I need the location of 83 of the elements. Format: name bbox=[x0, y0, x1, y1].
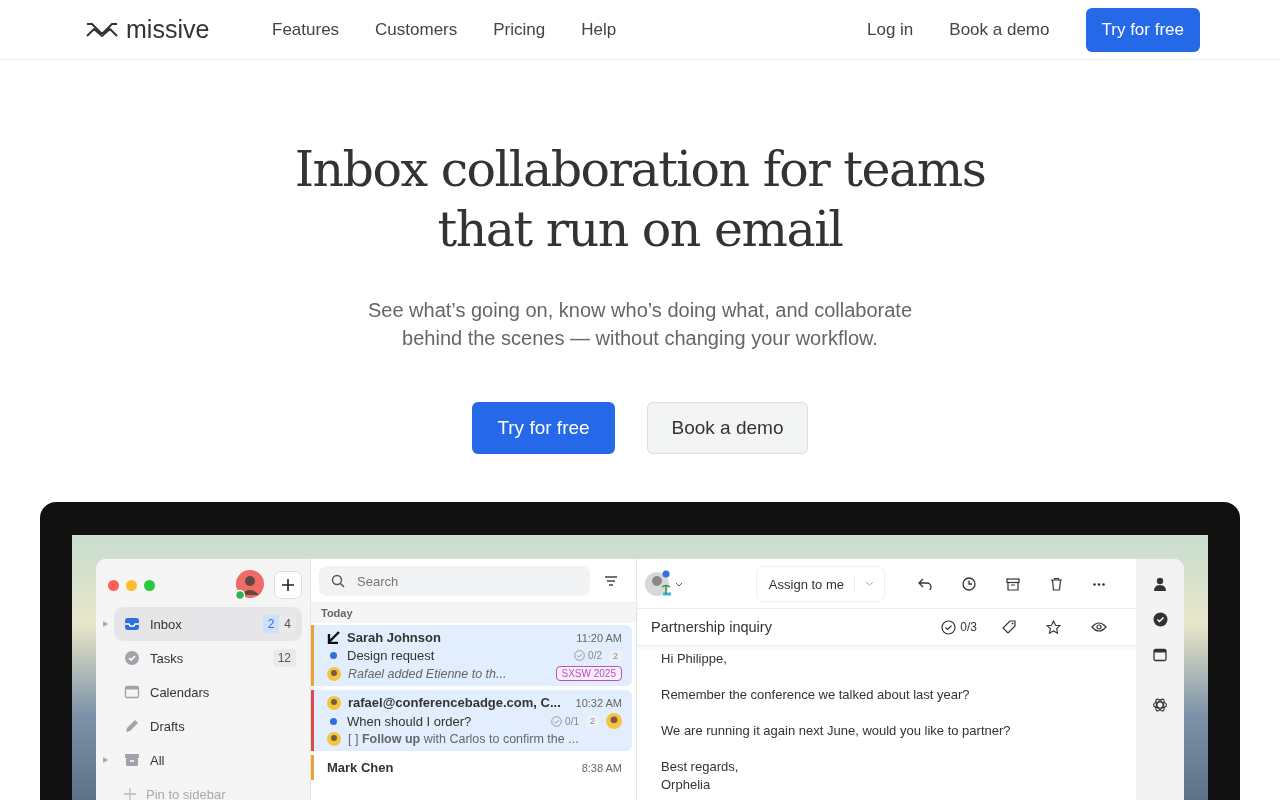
nav-link[interactable]: Customers bbox=[375, 19, 458, 40]
email-time: 11:20 AM bbox=[576, 631, 622, 644]
plus-icon bbox=[124, 788, 136, 800]
email-sender: Sarah Johnson bbox=[347, 630, 441, 645]
clock-icon[interactable] bbox=[962, 577, 976, 591]
task-check-icon[interactable] bbox=[941, 619, 957, 635]
email-item[interactable]: Sarah Johnson 11:20 AM Design request 0/2 2 Rafael added Etienne to th... SXSW 2025 bbox=[311, 625, 632, 686]
message-paragraph: Remember the conference we talked about last year? bbox=[661, 686, 971, 704]
archive-icon[interactable] bbox=[1006, 577, 1020, 591]
hero-title: Inbox collaboration for teams that run on email bbox=[293, 140, 987, 260]
message-paragraph: Hi Philippe, bbox=[661, 650, 728, 668]
logo-icon bbox=[86, 21, 118, 38]
swirl-icon[interactable] bbox=[1152, 697, 1168, 713]
sidebar-item[interactable]: Tasks 12 bbox=[114, 641, 302, 675]
checkmark-circle-icon[interactable] bbox=[1152, 612, 1168, 627]
task-check-icon bbox=[574, 650, 586, 661]
caret-icon[interactable] bbox=[675, 581, 683, 587]
compose-button[interactable] bbox=[274, 571, 302, 599]
book-demo-link[interactable]: Book a demo bbox=[949, 19, 1050, 40]
star-icon[interactable] bbox=[1046, 620, 1061, 634]
inbox-tray-icon bbox=[124, 616, 140, 632]
avatar-icon bbox=[327, 666, 341, 681]
avatar-icon bbox=[327, 732, 341, 746]
tag-icon[interactable] bbox=[1002, 620, 1016, 634]
person-icon[interactable] bbox=[1153, 577, 1167, 591]
count-badge: 12 bbox=[272, 649, 296, 667]
avatar-icon[interactable] bbox=[235, 569, 267, 601]
count-badge: 2 bbox=[262, 615, 280, 633]
email-sender: Mark Chen bbox=[327, 760, 394, 775]
avatar-icon bbox=[327, 695, 341, 710]
reply-count: 2 bbox=[609, 649, 622, 662]
email-subject: When should I order? bbox=[347, 713, 473, 729]
section-header: Today bbox=[311, 603, 636, 623]
nav-link[interactable]: Pricing bbox=[493, 19, 546, 40]
zoom-dot-icon[interactable] bbox=[144, 579, 155, 591]
logo-text[interactable]: missive bbox=[126, 15, 210, 44]
message-paragraph: We are running it again next June, would you like to partner? bbox=[661, 722, 1012, 740]
incoming-arrow-icon bbox=[327, 631, 340, 644]
email-subject: Design request bbox=[347, 648, 436, 663]
login-link[interactable]: Log in bbox=[867, 19, 914, 40]
search-input[interactable]: Search bbox=[355, 572, 559, 590]
book-demo-button[interactable]: Book a demo bbox=[647, 402, 808, 454]
more-icon[interactable] bbox=[1093, 582, 1105, 586]
count-badge: 4 bbox=[279, 615, 296, 633]
checkmark-circle-icon bbox=[124, 650, 140, 666]
email-preview: Rafael added Etienne to th... bbox=[348, 666, 508, 681]
pencil-icon bbox=[124, 718, 140, 734]
message-paragraph: Best regards, Orphelia bbox=[661, 758, 740, 794]
nav-link[interactable]: Features bbox=[272, 19, 340, 40]
task-count: 0/3 bbox=[960, 620, 977, 634]
email-preview: [ ] Follow up with Carlos to confirm the ... bbox=[348, 732, 580, 746]
email-time: 8:38 AM bbox=[581, 761, 622, 774]
calendar-icon bbox=[124, 684, 140, 700]
try-free-button[interactable]: Try for free bbox=[472, 402, 615, 454]
sidebar-item[interactable]: All bbox=[114, 743, 302, 777]
trash-icon[interactable] bbox=[1050, 577, 1063, 591]
minimize-dot-icon[interactable] bbox=[126, 579, 137, 591]
task-check-icon bbox=[551, 715, 563, 727]
label-tag: SXSW 2025 bbox=[555, 666, 622, 681]
email-time: 10:32 AM bbox=[575, 696, 622, 709]
eye-icon[interactable] bbox=[1091, 622, 1107, 632]
avatar-icon[interactable] bbox=[645, 570, 671, 598]
nav-link[interactable]: Help bbox=[581, 19, 617, 40]
try-free-button[interactable]: Try for free bbox=[1085, 7, 1200, 52]
filter-icon[interactable] bbox=[604, 576, 618, 586]
hero-subtitle: See what’s going on, know who’s doing what, and collaborate behind the scenes — without changing your workflow. bbox=[366, 298, 914, 351]
search-icon bbox=[331, 574, 345, 588]
task-count: 0/2 bbox=[588, 650, 602, 661]
reply-icon[interactable] bbox=[918, 578, 932, 590]
search-field[interactable]: Search bbox=[319, 566, 590, 596]
assign-button[interactable]: Assign to me bbox=[755, 566, 885, 602]
thread-subject: Partnership inquiry bbox=[651, 619, 772, 635]
plus-icon bbox=[282, 579, 294, 591]
archive-box-icon bbox=[124, 752, 140, 768]
close-dot-icon[interactable] bbox=[108, 579, 119, 591]
calendar-icon[interactable] bbox=[1153, 648, 1167, 662]
task-count: 0/1 bbox=[565, 715, 579, 727]
email-item[interactable]: rafael@conferencebadge.com, C... 10:32 AM When should I order? 0/1 2 [ ] Follow up with Carlos to confirm the ... bbox=[311, 690, 632, 751]
avatar-icon bbox=[606, 713, 622, 729]
reply-count: 2 bbox=[586, 715, 599, 727]
sidebar-item[interactable]: Calendars bbox=[114, 675, 302, 709]
sidebar-item[interactable]: Drafts bbox=[114, 709, 302, 743]
email-sender: rafael@conferencebadge.com, C... bbox=[348, 695, 561, 710]
